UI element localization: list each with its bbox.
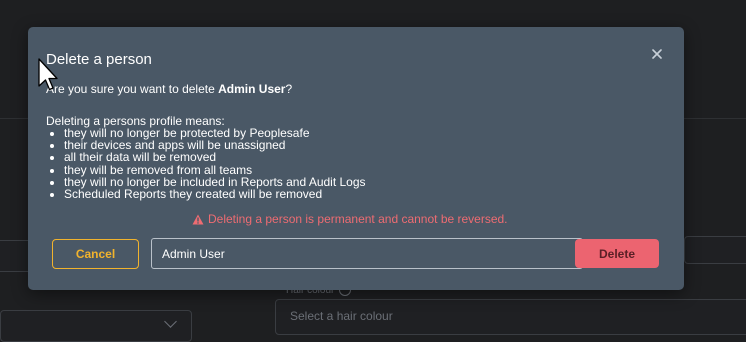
warning-text: Deleting a person is permanent and canno…	[208, 212, 508, 226]
delete-button[interactable]: Delete	[575, 239, 659, 268]
background-field[interactable]	[684, 236, 746, 264]
question-suffix: ?	[285, 82, 293, 96]
confirmation-question: Are you sure you want to delete Admin Us…	[46, 82, 292, 96]
hair-colour-placeholder: Select a hair colour	[290, 309, 393, 323]
close-button[interactable]	[648, 45, 666, 63]
delete-person-dialog: Delete a person Are you sure you want to…	[28, 27, 684, 290]
close-icon	[652, 49, 662, 59]
list-item: Scheduled Reports they created will be r…	[64, 188, 366, 200]
hair-colour-select[interactable]: Select a hair colour	[275, 299, 746, 335]
permanent-warning: Deleting a person is permanent and canno…	[192, 212, 508, 226]
question-prefix: Are you sure you want to delete	[46, 82, 219, 96]
warning-triangle-icon	[192, 214, 204, 224]
consequences-list: they will no longer be protected by Peop…	[46, 127, 366, 200]
list-item: all their data will be removed	[64, 151, 366, 163]
background-select[interactable]	[0, 310, 192, 342]
person-name: Admin User	[218, 82, 286, 96]
list-item: they will be removed from all teams	[64, 163, 366, 175]
mouse-cursor-icon	[38, 58, 58, 91]
confirm-name-input[interactable]	[151, 238, 583, 269]
cancel-button[interactable]: Cancel	[52, 239, 139, 269]
dialog-title: Delete a person	[46, 51, 152, 68]
